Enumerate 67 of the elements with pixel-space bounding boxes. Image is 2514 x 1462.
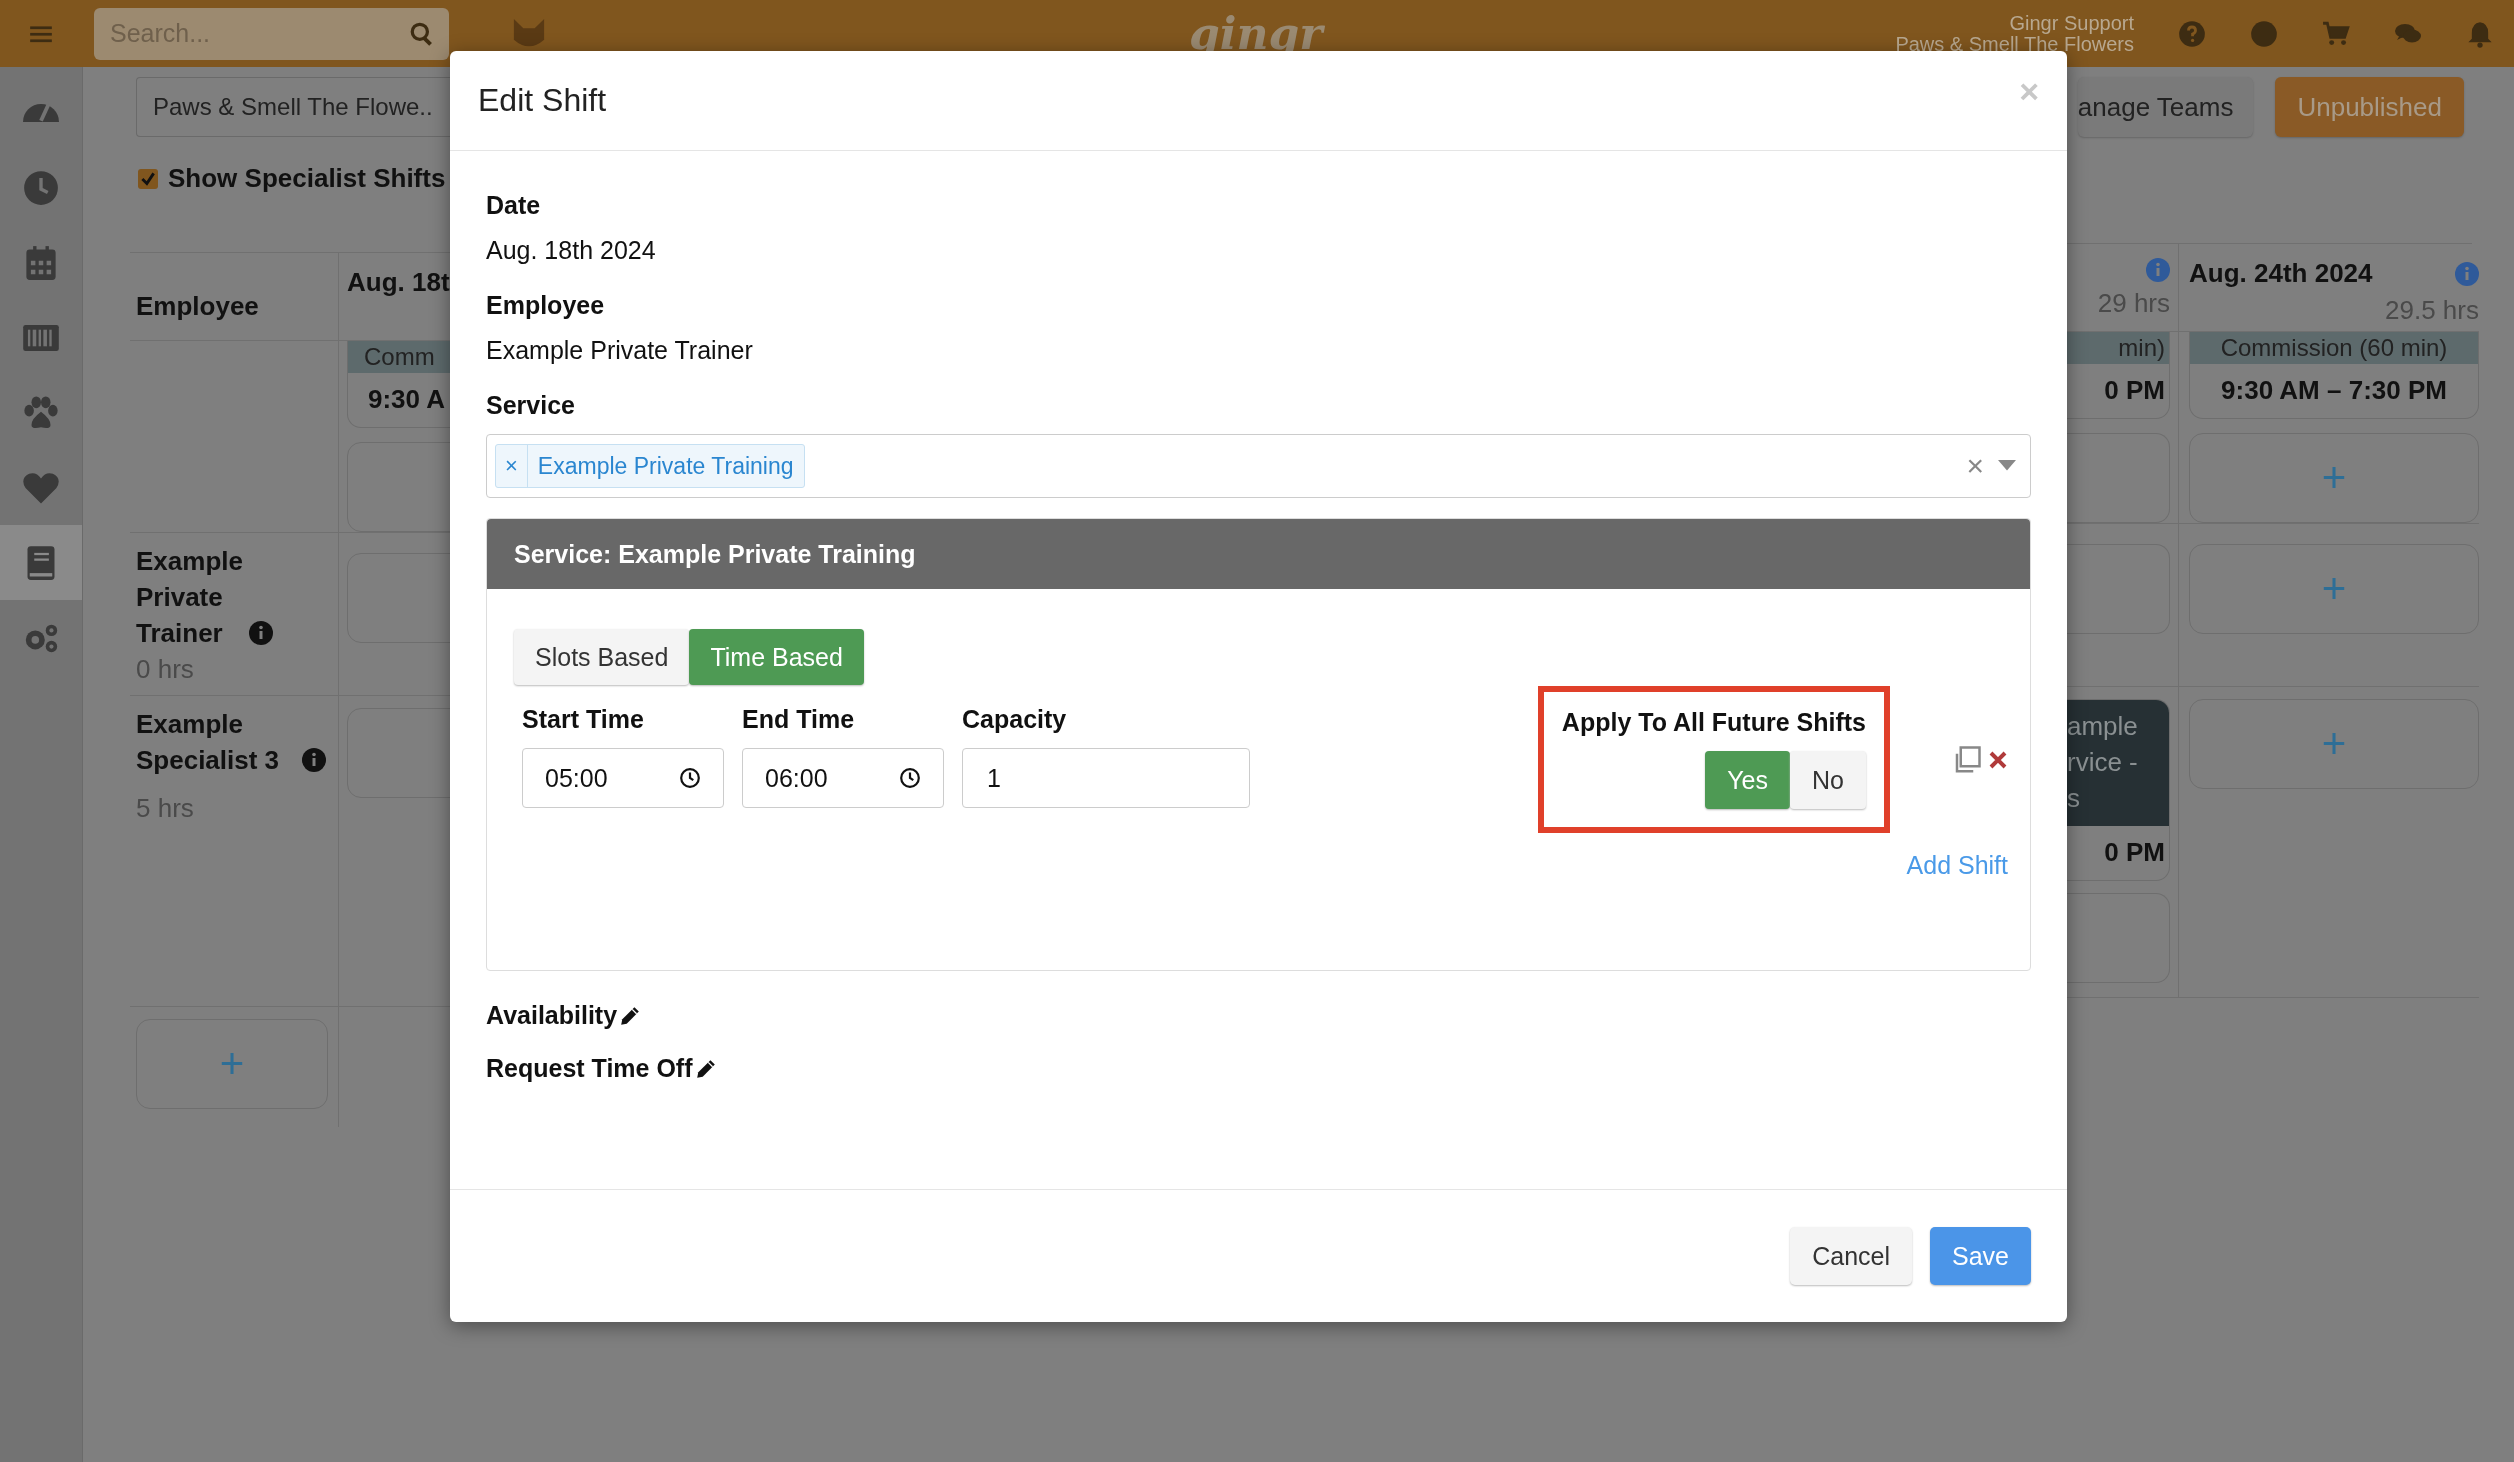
- number-field[interactable]: 1: [962, 748, 1250, 808]
- remove-tag-button[interactable]: ×: [496, 445, 528, 487]
- tag-label: Example Private Training: [536, 452, 795, 480]
- shift-time: 9:30 AM – 7:30 PM: [2220, 373, 2448, 407]
- user-name[interactable]: Gingr Support: [2009, 12, 2134, 34]
- field-value: Aug. 18th 2024: [486, 236, 656, 265]
- apply-label: Apply To All Future Shifts: [1561, 708, 1866, 737]
- gauge-icon: [23, 103, 59, 122]
- input-label: End Time: [742, 705, 856, 734]
- info-icon[interactable]: [248, 621, 273, 645]
- shift-time: 9:30 A: [368, 382, 446, 416]
- shift-band: ample rvice - s: [2067, 700, 2169, 826]
- mode-toggle[interactable]: Time Based: [689, 629, 864, 685]
- help-icon[interactable]: [2178, 19, 2206, 48]
- column-header: Employee: [136, 291, 259, 322]
- checkbox-label: Show Specialist Shifts: [168, 163, 446, 194]
- shift-band: min): [2067, 332, 2169, 364]
- sidebar-item[interactable]: [0, 525, 82, 600]
- caret-icon[interactable]: [1998, 460, 2016, 472]
- save-button[interactable]: Save: [1930, 1227, 2031, 1285]
- field-label: Employee: [486, 291, 605, 320]
- field-label: Service: [486, 391, 575, 420]
- bell-icon[interactable]: [2466, 19, 2494, 48]
- option-button[interactable]: Yes: [1705, 751, 1791, 809]
- mode-toggle[interactable]: Slots Based: [514, 629, 690, 685]
- clock-icon: [22, 169, 60, 206]
- manage-teams-button[interactable]: anage Teams: [2077, 77, 2254, 137]
- section-link[interactable]: Availability: [486, 1001, 618, 1030]
- pencil-icon[interactable]: [619, 1004, 642, 1027]
- shift-time: 0 PM: [2103, 835, 2166, 869]
- search-icon[interactable]: [409, 20, 435, 47]
- shift-card[interactable]: min) 0 PM: [2067, 332, 2170, 419]
- checkbox[interactable]: [138, 168, 158, 189]
- shift-band: Comm: [348, 341, 450, 373]
- add-shift-link[interactable]: Add Shift: [1906, 851, 2008, 880]
- option-button[interactable]: No: [1790, 751, 1866, 809]
- dialog-title: Edit Shift: [478, 82, 607, 119]
- delete-icon[interactable]: [1988, 749, 2008, 770]
- column-header: Aug. 24th 2024: [2189, 258, 2373, 289]
- user-location[interactable]: Paws & Smell The Flowers: [1895, 33, 2134, 55]
- column-header: Aug. 18t: [347, 267, 450, 298]
- panel-header: Service: Example Private Training: [487, 519, 2030, 589]
- clock-icon[interactable]: [899, 767, 921, 789]
- service-select[interactable]: × Example Private Training ×: [486, 434, 2031, 498]
- employee-name: Example Private Trainer: [136, 545, 243, 650]
- time-field[interactable]: 05:00: [522, 748, 724, 808]
- field-value: Example Private Trainer: [486, 336, 753, 365]
- paw-icon: [22, 394, 60, 431]
- status-button[interactable]: Unpublished: [2275, 77, 2464, 137]
- shift-card[interactable]: Commission (60 min) 9:30 AM – 7:30 PM: [2189, 332, 2479, 419]
- avatar-icon[interactable]: [2250, 19, 2278, 48]
- field-label: Date: [486, 191, 541, 220]
- cancel-button[interactable]: Cancel: [1790, 1227, 1912, 1285]
- cart-icon[interactable]: [2322, 19, 2350, 48]
- input-label: Start Time: [522, 705, 645, 734]
- info-icon[interactable]: [302, 748, 326, 772]
- clear-button[interactable]: ×: [1966, 449, 1984, 483]
- employee-name: Example Specialist 3: [136, 708, 281, 777]
- location-select[interactable]: Paws & Smell The Flowe..: [136, 77, 450, 137]
- shift-band: Commission (60 min): [2190, 332, 2478, 364]
- input-label: Capacity: [962, 705, 1068, 734]
- pencil-icon[interactable]: [694, 1057, 717, 1080]
- shift-time: 0 PM: [2103, 373, 2166, 407]
- time-field[interactable]: 06:00: [742, 748, 944, 808]
- clock-icon[interactable]: [679, 767, 701, 789]
- section-link[interactable]: Request Time Off: [486, 1054, 693, 1083]
- shift-card[interactable]: ample rvice - s 0 PM: [2067, 699, 2170, 881]
